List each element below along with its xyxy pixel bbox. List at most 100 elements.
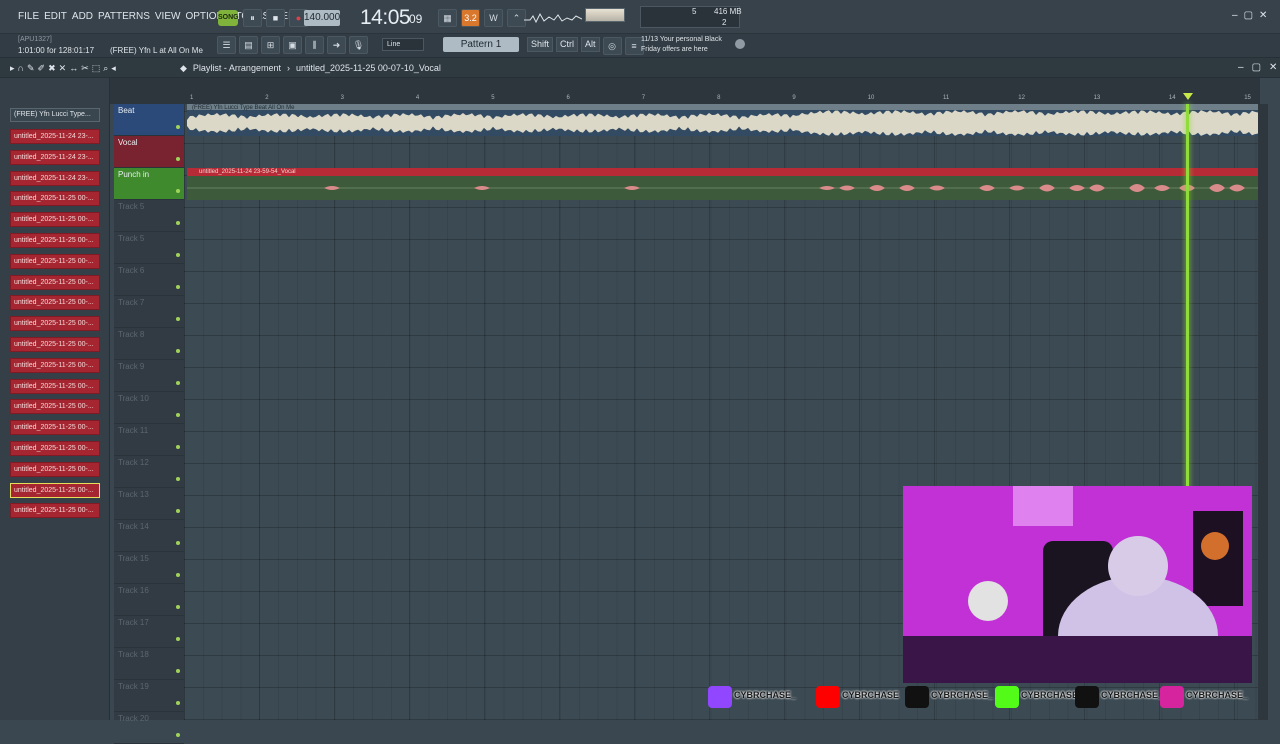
track-led-icon[interactable] — [176, 701, 180, 705]
vocal-audio-clip[interactable] — [187, 168, 1258, 200]
picker-clip[interactable]: untitled_2025-11-24 23-... — [10, 129, 100, 144]
shift-key-button[interactable]: Shift — [527, 37, 554, 52]
track-led-icon[interactable] — [176, 669, 180, 673]
song-position-clock[interactable]: 14:05 — [360, 6, 411, 30]
menu-item-file[interactable]: FILE — [18, 11, 39, 22]
track-header[interactable]: Track 13 — [114, 488, 184, 520]
track-led-icon[interactable] — [176, 381, 180, 385]
track-header[interactable]: Track 5 — [114, 200, 184, 232]
magnet-icon[interactable]: ∩ — [18, 63, 24, 74]
track-header[interactable]: Track 18 — [114, 648, 184, 680]
track-led-icon[interactable] — [176, 189, 180, 193]
picker-clip[interactable]: untitled_2025-11-25 00-... — [10, 441, 100, 456]
picker-clip[interactable]: untitled_2025-11-25 00-... — [10, 191, 100, 207]
picker-clip[interactable]: untitled_2025-11-25 00-... — [10, 295, 100, 311]
track-led-icon[interactable] — [176, 221, 180, 225]
track-led-icon[interactable] — [176, 541, 180, 545]
picker-clip[interactable]: untitled_2025-11-24 23-... — [10, 170, 100, 186]
track-header[interactable]: Track 7 — [114, 296, 184, 328]
maximize-icon[interactable]: ▢ — [1244, 10, 1253, 21]
pattern-selector[interactable]: Pattern 1 — [443, 37, 519, 52]
picker-clip[interactable]: untitled_2025-11-25 00-... — [10, 337, 100, 352]
picker-clip[interactable]: untitled_2025-11-25 00-... — [10, 212, 100, 228]
picker-clip[interactable]: untitled_2025-11-25 00-... — [10, 420, 100, 436]
picker-clip[interactable]: untitled_2025-11-25 00-... — [10, 316, 100, 332]
track-header[interactable]: Track 20 — [114, 712, 184, 744]
menu-item-patterns[interactable]: PATTERNS — [98, 11, 150, 22]
piano-icon[interactable]: ▦ — [438, 9, 457, 27]
track-header[interactable]: Track 10 — [114, 392, 184, 424]
minimize-icon[interactable]: – — [1232, 10, 1238, 21]
playlist-minimize-icon[interactable]: – — [1238, 62, 1244, 73]
playlist-arrow-icon[interactable]: ◆ — [180, 63, 187, 74]
playback-icon[interactable]: ◂ — [111, 63, 116, 74]
track-header[interactable]: Track 5 — [114, 232, 184, 264]
track-led-icon[interactable] — [176, 253, 180, 257]
arrow-icon[interactable]: ➜ — [327, 36, 346, 54]
wait-icon[interactable]: W — [484, 9, 503, 27]
vertical-scrollbar[interactable] — [1258, 104, 1268, 720]
track-led-icon[interactable] — [176, 349, 180, 353]
track-header[interactable]: Track 12 — [114, 456, 184, 488]
paint-icon[interactable]: ✐ — [38, 63, 46, 74]
track-led-icon[interactable] — [176, 125, 180, 129]
timeline-ruler[interactable] — [110, 78, 1260, 104]
globe-icon[interactable] — [735, 39, 745, 49]
stop-button[interactable]: ■ — [266, 9, 285, 27]
close-icon[interactable]: ✕ — [1259, 10, 1267, 21]
slip-icon[interactable]: ↔ — [69, 63, 78, 74]
track-led-icon[interactable] — [176, 157, 180, 161]
playlist-maximize-icon[interactable]: ▢ — [1252, 62, 1261, 73]
track-header[interactable]: Track 17 — [114, 616, 184, 648]
menu-item-edit[interactable]: EDIT — [44, 11, 67, 22]
track-led-icon[interactable] — [176, 317, 180, 321]
track-led-icon[interactable] — [176, 285, 180, 289]
microphone-icon[interactable]: 🎙 — [349, 36, 368, 54]
track-led-icon[interactable] — [176, 637, 180, 641]
track-header[interactable]: Track 8 — [114, 328, 184, 360]
picker-clip[interactable]: untitled_2025-11-25 00-... — [10, 357, 100, 373]
picker-clip[interactable]: untitled_2025-11-25 00-... — [10, 399, 100, 415]
zoom-icon[interactable]: ⌕ — [103, 63, 108, 74]
track-led-icon[interactable] — [176, 445, 180, 449]
picker-clip[interactable]: untitled_2025-11-25 00-... — [10, 233, 100, 248]
slice-icon[interactable]: ✂ — [81, 63, 89, 74]
news-panel[interactable]: 11/13 Your personal Black Friday offers … — [641, 35, 722, 55]
track-header[interactable]: Beat — [114, 104, 184, 136]
menu-item-view[interactable]: VIEW — [155, 11, 181, 22]
track-header[interactable]: Track 16 — [114, 584, 184, 616]
track-header[interactable]: Punch in — [114, 168, 184, 200]
snap-select[interactable]: Line — [382, 38, 424, 51]
channel-rack-icon[interactable]: ▤ — [239, 36, 258, 54]
track-header[interactable]: Track 15 — [114, 552, 184, 584]
picker-clip[interactable]: untitled_2025-11-25 00-... — [10, 503, 100, 519]
picker-clip[interactable]: untitled_2025-11-25 00-... — [10, 253, 100, 269]
picker-clip[interactable]: untitled_2025-11-25 00-... — [10, 378, 100, 394]
ctrl-key-button[interactable]: Ctrl — [556, 37, 579, 52]
track-led-icon[interactable] — [176, 733, 180, 737]
pause-button[interactable]: ⏸ — [243, 9, 262, 27]
playhead[interactable] — [1186, 104, 1189, 490]
piano-roll-icon[interactable]: ⊞ — [261, 36, 280, 54]
mixer-icon[interactable]: ⫼ — [305, 36, 324, 54]
picker-clip[interactable]: untitled_2025-11-25 00-... — [10, 482, 100, 498]
track-header[interactable]: Track 14 — [114, 520, 184, 552]
beat-audio-clip[interactable] — [187, 104, 1258, 136]
track-led-icon[interactable] — [176, 477, 180, 481]
delete-icon[interactable]: ✖ — [48, 63, 56, 74]
track-header[interactable]: Track 11 — [114, 424, 184, 456]
song-mode-button[interactable]: SONG — [218, 10, 239, 26]
track-header[interactable]: Track 9 — [114, 360, 184, 392]
playback-marker[interactable] — [1183, 93, 1193, 100]
picker-clip[interactable]: untitled_2025-11-24 23-... — [10, 149, 100, 165]
select-icon[interactable]: ⬚ — [92, 63, 101, 74]
track-header[interactable]: Vocal — [114, 136, 184, 168]
metronome-icon[interactable]: 3.2 — [461, 9, 480, 27]
pencil-icon[interactable]: ✎ — [27, 63, 35, 74]
menu-arrow-icon[interactable]: ▸ — [10, 63, 15, 74]
picker-clip[interactable]: untitled_2025-11-25 00-... — [10, 461, 100, 477]
mute-icon[interactable]: ✕ — [59, 63, 67, 74]
track-led-icon[interactable] — [176, 573, 180, 577]
track-led-icon[interactable] — [176, 605, 180, 609]
picker-clip[interactable]: untitled_2025-11-25 00-... — [10, 274, 100, 290]
